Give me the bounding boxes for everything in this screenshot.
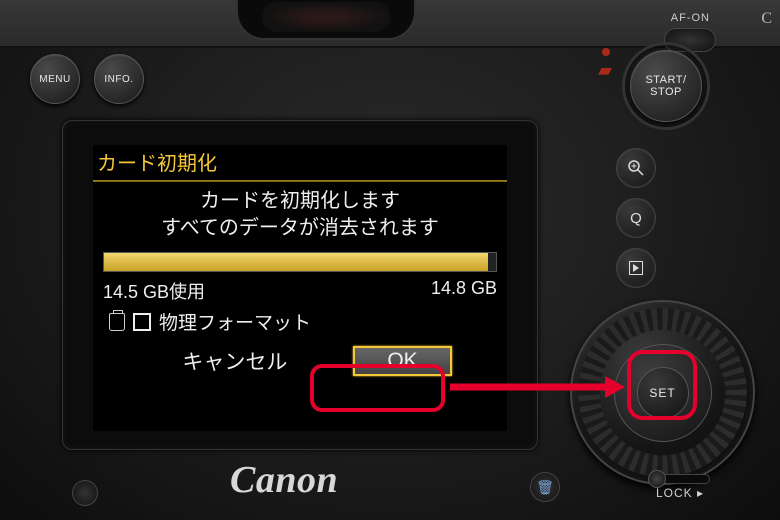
total-label: 14.8 GB [431, 278, 497, 304]
magnify-icon [627, 159, 645, 177]
menu-button[interactable]: MENU [30, 54, 80, 104]
multi-controller[interactable]: SET [614, 344, 712, 442]
trash-icon [109, 313, 125, 331]
brand-logo: Canon [230, 458, 338, 502]
af-on-label: AF-ON [671, 12, 710, 24]
low-level-checkbox[interactable] [133, 313, 151, 331]
magnify-button[interactable] [616, 148, 656, 188]
movie-camera-icon: ▰ [598, 60, 612, 81]
camera-back: AF-ON C MENU INFO. START/ STOP ▰ カード初期化 … [0, 0, 780, 520]
lcd-screen: カード初期化 カードを初期化します すべてのデータが消去されます 14.5 GB… [93, 145, 507, 431]
start-stop-button[interactable]: START/ STOP [630, 50, 702, 122]
storage-labels: 14.5 GB使用 14.8 GB [93, 276, 507, 304]
delete-button[interactable]: 🗑 [530, 472, 560, 502]
screen-title: カード初期化 [93, 145, 507, 180]
storage-bar [103, 252, 497, 272]
light-sensor [72, 480, 98, 506]
ce-mark: C [761, 10, 772, 28]
ok-button[interactable]: OK [353, 346, 451, 376]
lock-label: LOCK ▸ [656, 486, 704, 500]
dialog-button-row: キャンセル OK [93, 335, 507, 379]
record-indicator-icon [602, 48, 610, 56]
lcd-bezel: カード初期化 カードを初期化します すべてのデータが消去されます 14.5 GB… [62, 120, 538, 450]
message-line-1: カードを初期化します [93, 188, 507, 215]
low-level-format-row[interactable]: 物理フォーマット [93, 304, 507, 335]
cancel-button[interactable]: キャンセル [148, 343, 321, 379]
set-button[interactable]: SET [637, 367, 689, 419]
storage-bar-fill [104, 253, 488, 271]
playback-icon [629, 261, 643, 275]
playback-button[interactable] [616, 248, 656, 288]
message-line-2: すべてのデータが消去されます [93, 215, 507, 242]
trash-icon: 🗑 [536, 479, 554, 496]
viewfinder-eyecup [262, 2, 390, 32]
quick-menu-button[interactable]: Q [616, 198, 656, 238]
annotation-arrow [450, 380, 625, 394]
low-level-label: 物理フォーマット [159, 308, 311, 335]
info-button[interactable]: INFO. [94, 54, 144, 104]
title-underline [93, 180, 507, 182]
used-label: 14.5 GB使用 [103, 278, 205, 304]
